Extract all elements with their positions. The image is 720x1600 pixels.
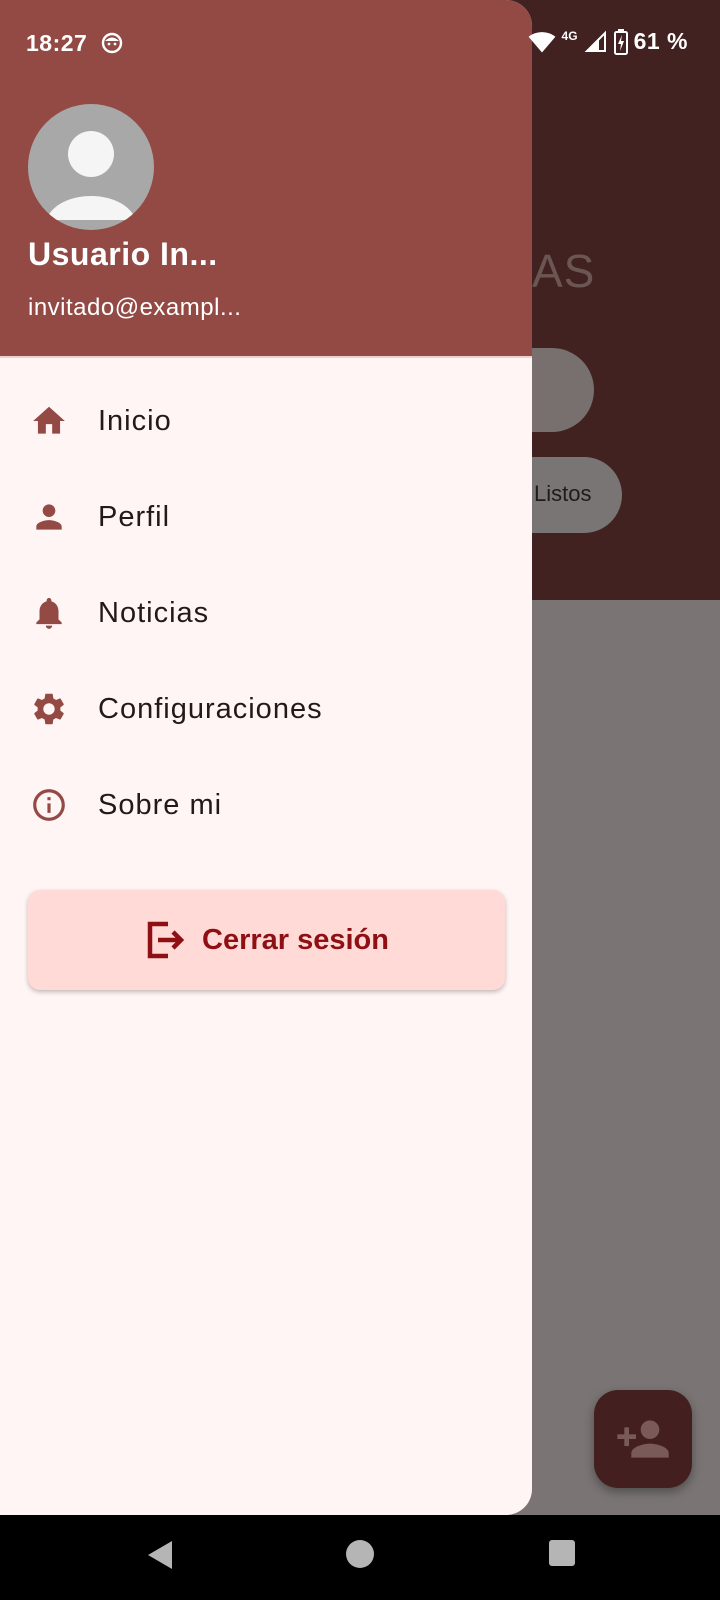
menu-item-perfil[interactable]: Perfil xyxy=(0,469,532,565)
bell-icon xyxy=(30,594,68,632)
logout-button[interactable]: Cerrar sesión xyxy=(28,890,505,990)
add-person-fab[interactable] xyxy=(594,1390,692,1488)
navigation-drawer: 18:27 Usuario In... invitado@exampl... I… xyxy=(0,0,532,1515)
menu-item-inicio[interactable]: Inicio xyxy=(0,373,532,469)
home-nav-icon[interactable] xyxy=(345,1539,375,1569)
menu-item-configuraciones[interactable]: Configuraciones xyxy=(0,661,532,757)
logout-icon xyxy=(147,921,185,959)
user-email: invitado@exampl... xyxy=(28,294,242,321)
menu-item-label: Sobre mi xyxy=(98,788,223,821)
battery-level: 61 % xyxy=(633,28,688,54)
network-type: 4G xyxy=(561,28,578,43)
system-nav-bar xyxy=(0,1515,720,1600)
home-icon xyxy=(30,402,68,440)
menu-item-label: Perfil xyxy=(98,500,171,533)
user-name: Usuario In... xyxy=(28,236,218,272)
person-icon xyxy=(30,498,68,536)
avatar[interactable] xyxy=(28,104,154,230)
drawer-header: 18:27 Usuario In... invitado@exampl... xyxy=(0,0,532,358)
info-icon xyxy=(30,786,68,824)
menu-item-label: Noticias xyxy=(98,596,210,629)
logout-label: Cerrar sesión xyxy=(202,923,389,956)
background-chip-label: Listos xyxy=(534,481,592,506)
background-title: AS xyxy=(532,245,596,297)
battery-charging-icon xyxy=(613,28,628,55)
menu-item-noticias[interactable]: Noticias xyxy=(0,565,532,661)
avatar-person-icon xyxy=(46,131,136,220)
recents-icon[interactable] xyxy=(548,1539,576,1567)
menu-item-label: Configuraciones xyxy=(98,692,323,725)
gear-icon xyxy=(30,690,68,728)
wifi-icon xyxy=(528,31,555,52)
menu-item-label: Inicio xyxy=(98,404,172,437)
signal-icon xyxy=(584,30,606,52)
menu-item-sobre-mi[interactable]: Sobre mi xyxy=(0,757,532,853)
status-time: 18:27 xyxy=(26,30,88,56)
person-add-icon xyxy=(617,1420,669,1458)
back-icon[interactable] xyxy=(146,1539,174,1571)
status-bar-right: 4G 61 % xyxy=(528,28,688,55)
notification-face-icon xyxy=(101,32,123,54)
